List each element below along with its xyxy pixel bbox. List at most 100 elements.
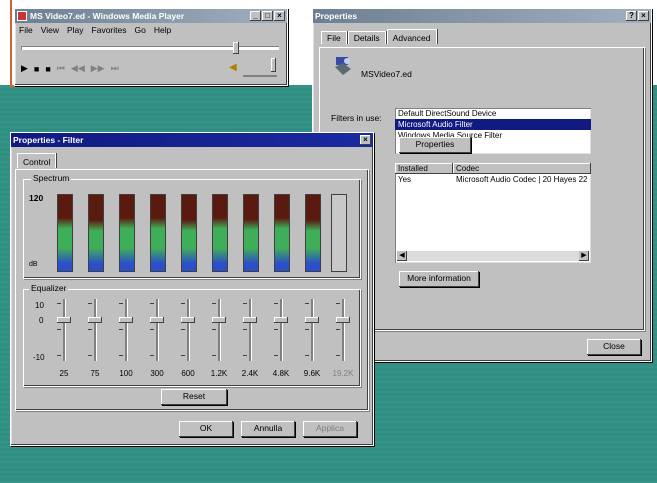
eq-slider-thumb[interactable] xyxy=(305,317,319,323)
codec-horizontal-scrollbar[interactable]: ◀ ▶ xyxy=(397,251,589,261)
close-icon[interactable]: × xyxy=(360,135,371,145)
stop-icon[interactable]: ■ xyxy=(45,64,50,74)
properties-title: Properties xyxy=(315,11,358,21)
eq-band-label: 2.4K xyxy=(241,369,259,378)
reset-button[interactable]: Reset xyxy=(161,389,227,405)
menu-help[interactable]: Help xyxy=(154,25,171,35)
file-name: MSVideo7.ed xyxy=(361,69,412,79)
eq-tick xyxy=(88,329,92,330)
menu-view[interactable]: View xyxy=(41,25,59,35)
eq-slider-track[interactable] xyxy=(63,299,66,361)
volume-icon: ◀ xyxy=(229,62,237,73)
rewind-icon[interactable]: ◀◀ xyxy=(71,63,85,74)
eq-slider-thumb[interactable] xyxy=(57,317,71,323)
ok-button[interactable]: OK xyxy=(179,421,233,437)
eq-slider-track[interactable] xyxy=(249,299,252,361)
eq-tick xyxy=(243,355,247,356)
filters-label: Filters in use: xyxy=(331,113,382,123)
eq-tick xyxy=(212,355,216,356)
eq-slider-thumb[interactable] xyxy=(88,317,102,323)
codec-list[interactable]: Installed Codec Yes Microsoft Audio Code… xyxy=(395,163,591,263)
eq-tick xyxy=(181,329,185,330)
spectrum-scale-top: 120 xyxy=(29,193,44,203)
maximize-button[interactable]: □ xyxy=(262,11,273,21)
eq-slider-thumb[interactable] xyxy=(243,317,257,323)
eq-slider-thumb[interactable] xyxy=(181,317,195,323)
eq-slider-track[interactable] xyxy=(218,299,221,361)
eq-slider-track[interactable] xyxy=(187,299,190,361)
eq-tick xyxy=(57,303,61,304)
skip-back-icon[interactable]: ⏮ xyxy=(57,63,65,74)
tab-file[interactable]: File xyxy=(321,31,347,44)
close-icon[interactable]: × xyxy=(274,11,285,21)
eq-slider-track[interactable] xyxy=(311,299,314,361)
close-icon[interactable]: × xyxy=(638,11,649,21)
filter-titlebar: Properties - Filter × xyxy=(11,133,373,147)
eq-band-label: 1.2K xyxy=(210,369,228,378)
eq-tick xyxy=(212,303,216,304)
seek-thumb[interactable] xyxy=(233,42,239,54)
eq-scale-bottom: -10 xyxy=(33,353,45,362)
equalizer-label: Equalizer xyxy=(29,283,69,293)
seek-bar[interactable] xyxy=(21,46,279,50)
eq-tick xyxy=(336,355,340,356)
eq-tick xyxy=(274,329,278,330)
menu-favorites[interactable]: Favorites xyxy=(92,25,127,35)
eq-slider-thumb[interactable] xyxy=(150,317,164,323)
eq-slider-thumb[interactable] xyxy=(212,317,226,323)
properties-titlebar: Properties ? × xyxy=(313,9,651,23)
play-icon[interactable]: ▶ xyxy=(21,63,28,74)
fast-forward-icon[interactable]: ▶▶ xyxy=(91,63,105,74)
pause-icon[interactable]: ■ xyxy=(34,64,39,74)
eq-slider-track[interactable] xyxy=(280,299,283,361)
media-player-window: MS Video7.ed - Windows Media Player _ □ … xyxy=(14,8,288,86)
scroll-left-icon[interactable]: ◀ xyxy=(397,251,407,261)
transport-controls: ▶ ■ ■ ⏮ ◀◀ ▶▶ ⏭ xyxy=(21,63,119,74)
eq-slider-thumb[interactable] xyxy=(119,317,133,323)
eq-tick xyxy=(150,303,154,304)
spectrum-bar xyxy=(212,194,228,272)
eq-tick xyxy=(336,303,340,304)
filter-title: Properties - Filter xyxy=(13,135,84,145)
file-icon xyxy=(333,55,353,77)
scroll-right-icon[interactable]: ▶ xyxy=(579,251,589,261)
filter-item[interactable]: Default DirectSound Device xyxy=(395,108,591,119)
more-information-button[interactable]: More information xyxy=(399,271,479,287)
eq-band-label: 100 xyxy=(119,369,133,378)
tab-details[interactable]: Details xyxy=(347,31,386,44)
eq-slider-track[interactable] xyxy=(342,299,345,361)
eq-scale-mid: 0 xyxy=(39,316,44,325)
codec-header-installed[interactable]: Installed xyxy=(395,163,453,174)
eq-tick xyxy=(243,329,247,330)
filter-item-selected[interactable]: Microsoft Audio Filter xyxy=(395,119,591,130)
filter-properties-button[interactable]: Properties xyxy=(399,137,471,153)
eq-tick xyxy=(212,329,216,330)
eq-band-label: 19.2K xyxy=(332,369,354,378)
skip-forward-icon[interactable]: ⏭ xyxy=(111,63,119,74)
tab-control[interactable]: Control xyxy=(17,153,57,168)
accent-line xyxy=(10,0,12,85)
codec-name-value: Microsoft Audio Codec | 20 Hayes 22 xyxy=(456,175,588,184)
codec-row[interactable]: Yes Microsoft Audio Codec | 20 Hayes 22 xyxy=(395,174,591,185)
menu-play[interactable]: Play xyxy=(67,25,84,35)
eq-tick xyxy=(150,355,154,356)
eq-slider-track[interactable] xyxy=(125,299,128,361)
filter-properties-window: Properties - Filter × Control Spectrum 1… xyxy=(10,132,374,446)
volume-thumb[interactable] xyxy=(271,58,276,72)
eq-slider-thumb[interactable] xyxy=(274,317,288,323)
codec-header-codec[interactable]: Codec xyxy=(453,163,591,174)
menu-file[interactable]: File xyxy=(19,25,33,35)
properties-tabs: File Details Advanced xyxy=(321,29,438,44)
eq-slider-thumb[interactable] xyxy=(336,317,350,323)
minimize-button[interactable]: _ xyxy=(250,11,261,21)
close-button[interactable]: Close xyxy=(587,339,641,355)
eq-slider-track[interactable] xyxy=(156,299,159,361)
apply-button[interactable]: Applica xyxy=(303,421,357,437)
tab-advanced[interactable]: Advanced xyxy=(386,29,437,44)
cancel-button[interactable]: Annulla xyxy=(241,421,295,437)
eq-tick xyxy=(119,329,123,330)
menu-go[interactable]: Go xyxy=(135,25,146,35)
eq-band-label: 9.6K xyxy=(303,369,321,378)
eq-slider-track[interactable] xyxy=(94,299,97,361)
help-button[interactable]: ? xyxy=(626,11,637,21)
